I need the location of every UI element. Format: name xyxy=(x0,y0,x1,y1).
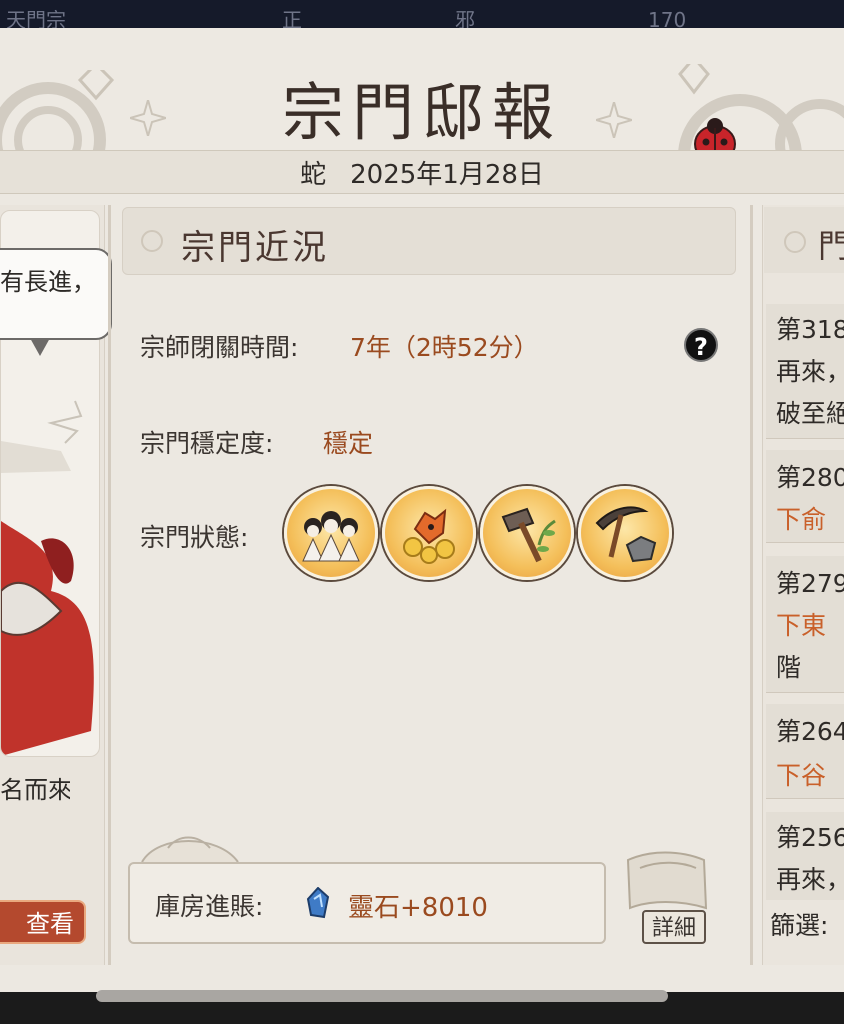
divider-left xyxy=(108,205,111,965)
news-item[interactable]: 第264 下谷 xyxy=(766,704,844,799)
date-line: 蛇 2025年1月28日 xyxy=(0,154,844,191)
speech-text: 有長進， xyxy=(0,268,86,296)
news-line: 第280 xyxy=(776,463,844,492)
help-icon[interactable]: ? xyxy=(684,328,718,362)
disciples-icon[interactable] xyxy=(284,486,378,580)
news-line: 第256 xyxy=(776,823,844,852)
news-line: 再來， xyxy=(776,865,844,894)
news-line: 再來， xyxy=(776,357,844,386)
pickaxe-ore-icon[interactable] xyxy=(578,486,672,580)
news-item[interactable]: 第279 下東 階 xyxy=(766,556,844,693)
sect-name-text: 天門宗 xyxy=(6,8,66,30)
treasury-label: 庫房進賬: xyxy=(155,892,264,921)
stability-label: 宗門穩定度: xyxy=(140,429,274,458)
date-label: 2025年1月28日 xyxy=(350,160,544,190)
news-line-highlight: 下俞 xyxy=(776,505,827,534)
righteous-label: 正 xyxy=(282,8,302,30)
section-title: 宗門近況 xyxy=(181,228,329,268)
news-line: 階 xyxy=(776,653,802,682)
right-section-header: 門 xyxy=(764,207,844,273)
spiral-ornament-icon xyxy=(141,230,163,252)
news-line: 破至絕 xyxy=(776,399,844,428)
view-button[interactable]: 查看 xyxy=(0,900,86,944)
treasure-beast-icon[interactable] xyxy=(382,486,476,580)
news-item[interactable]: 第280 下俞 xyxy=(766,450,844,543)
filter-label[interactable]: 篩選: xyxy=(770,906,828,942)
treasury-value: 靈石+8010 xyxy=(348,893,488,923)
retreat-time-label: 宗師閉關時間: xyxy=(140,333,299,362)
spiral-ornament-right-icon xyxy=(784,231,806,253)
horizontal-scrollbar[interactable] xyxy=(96,990,668,1002)
top-status-bar: 天門宗 正 邪 170 xyxy=(0,0,844,30)
retreat-time-value: 7年（2時52分） xyxy=(350,333,539,362)
news-line: 第264 xyxy=(776,717,844,746)
gazette-title: 宗門邸報 xyxy=(281,76,562,149)
zodiac-label: 蛇 xyxy=(300,160,327,190)
news-line-highlight: 下東 xyxy=(776,611,827,640)
news-line: 第318 xyxy=(776,315,844,344)
character-caption: 名而來 xyxy=(0,776,70,804)
evil-label: 邪 xyxy=(455,8,475,30)
news-item[interactable]: 第256 再來， xyxy=(766,812,844,900)
details-button[interactable]: 詳細 xyxy=(642,910,706,944)
news-item[interactable]: 第318 再來， 破至絕 xyxy=(766,304,844,439)
stability-value: 穩定 xyxy=(323,429,374,458)
section-header: 宗門近況 xyxy=(122,207,736,275)
news-line-highlight: 下谷 xyxy=(776,761,827,790)
status-label: 宗門狀態: xyxy=(140,523,249,552)
divider-right xyxy=(750,205,753,965)
resource-count: 170 xyxy=(648,8,687,30)
spirit-stone-icon xyxy=(306,887,330,919)
news-line: 第279 xyxy=(776,569,844,598)
right-section-title: 門 xyxy=(818,227,844,265)
hammer-herb-icon[interactable] xyxy=(480,486,574,580)
